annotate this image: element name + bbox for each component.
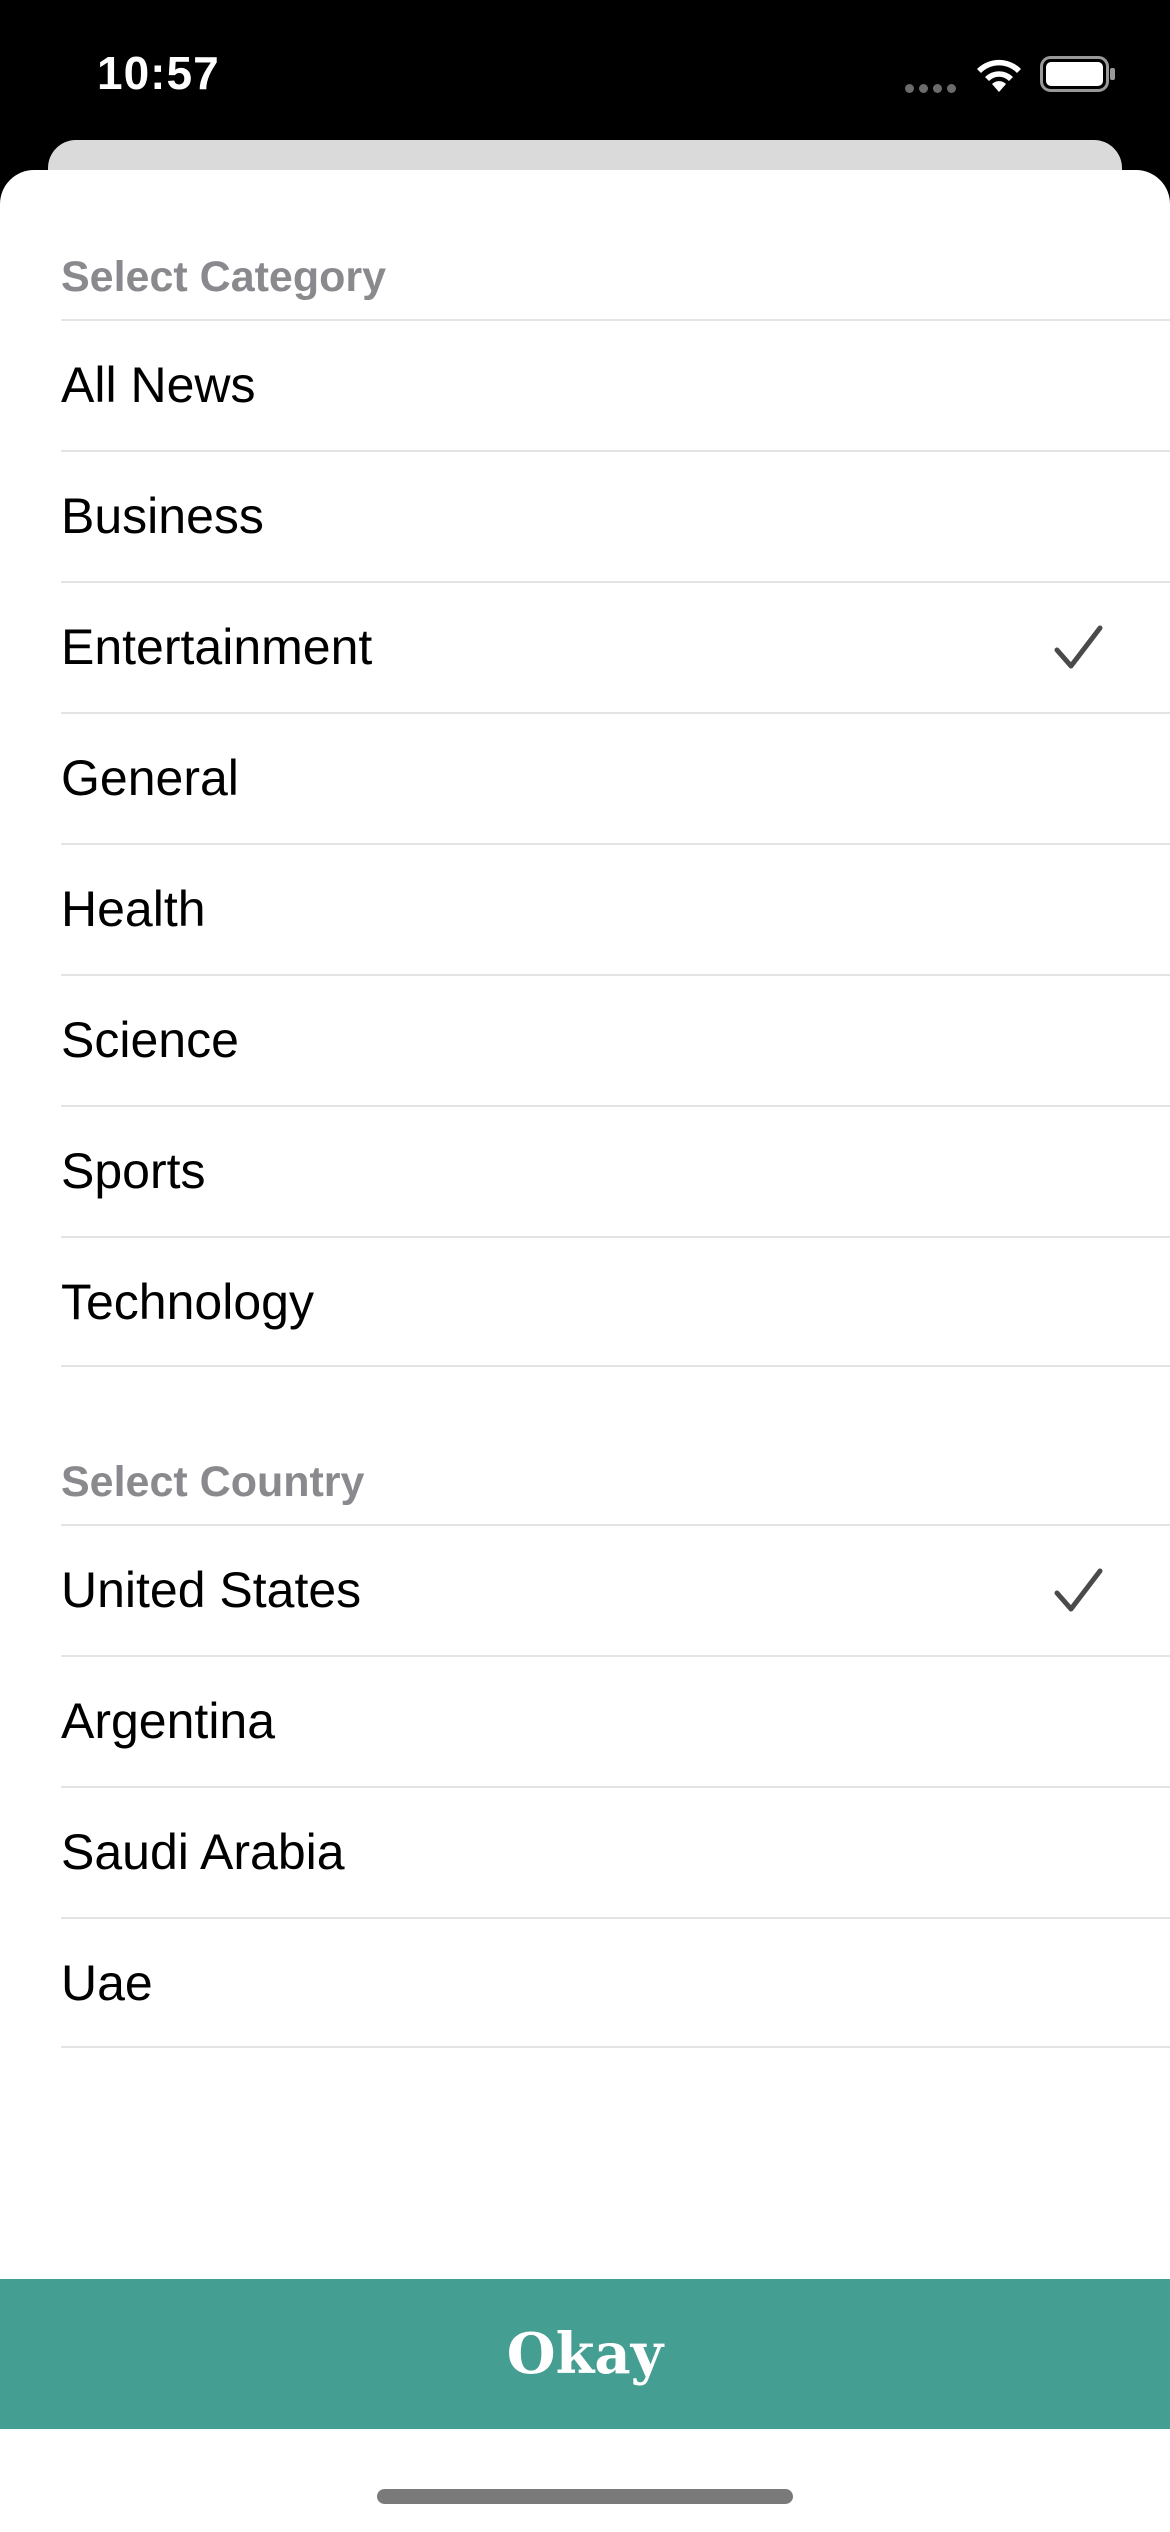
category-row-business[interactable]: Business — [61, 450, 1170, 581]
selection-sheet: Select Category All News Business Entert… — [0, 170, 1170, 2532]
row-label: Uae — [61, 1955, 153, 2011]
row-label: Sports — [61, 1143, 206, 1199]
country-row-uae[interactable]: Uae — [61, 1917, 1170, 2048]
okay-button-label: Okay — [506, 2321, 664, 2387]
category-section-header: Select Category — [61, 253, 387, 301]
category-row-all-news[interactable]: All News — [61, 319, 1170, 450]
country-row-argentina[interactable]: Argentina — [61, 1655, 1170, 1786]
okay-button[interactable]: Okay — [0, 2279, 1170, 2429]
row-label: Technology — [61, 1274, 314, 1330]
country-list: United States Argentina Saudi Arabia Uae — [0, 1524, 1170, 2048]
row-label: Saudi Arabia — [61, 1824, 345, 1880]
row-label: Argentina — [61, 1693, 276, 1749]
wifi-icon — [977, 59, 1021, 92]
status-time: 10:57 — [97, 47, 220, 99]
battery-icon — [1040, 56, 1115, 92]
country-section-header: Select Country — [61, 1458, 365, 1506]
home-indicator[interactable] — [377, 2489, 793, 2504]
row-label: General — [61, 750, 239, 806]
row-label: Entertainment — [61, 619, 373, 675]
row-label: Science — [61, 1012, 239, 1068]
checkmark-icon — [1054, 625, 1103, 669]
status-bar: 10:57 — [0, 0, 1170, 140]
row-label: Business — [61, 488, 264, 544]
category-row-entertainment[interactable]: Entertainment — [61, 581, 1170, 712]
category-row-technology[interactable]: Technology — [61, 1236, 1170, 1367]
row-label: All News — [61, 357, 256, 413]
category-row-general[interactable]: General — [61, 712, 1170, 843]
screen: 10:57 Select Category All News Business — [0, 0, 1170, 2532]
row-label: Health — [61, 881, 206, 937]
category-list: All News Business Entertainment General … — [0, 319, 1170, 1367]
category-row-sports[interactable]: Sports — [61, 1105, 1170, 1236]
checkmark-icon — [1054, 1568, 1103, 1612]
country-row-united-states[interactable]: United States — [61, 1524, 1170, 1655]
row-label: United States — [61, 1562, 362, 1618]
cellular-signal-icon — [905, 80, 961, 93]
category-row-health[interactable]: Health — [61, 843, 1170, 974]
country-row-saudi-arabia[interactable]: Saudi Arabia — [61, 1786, 1170, 1917]
category-row-science[interactable]: Science — [61, 974, 1170, 1105]
